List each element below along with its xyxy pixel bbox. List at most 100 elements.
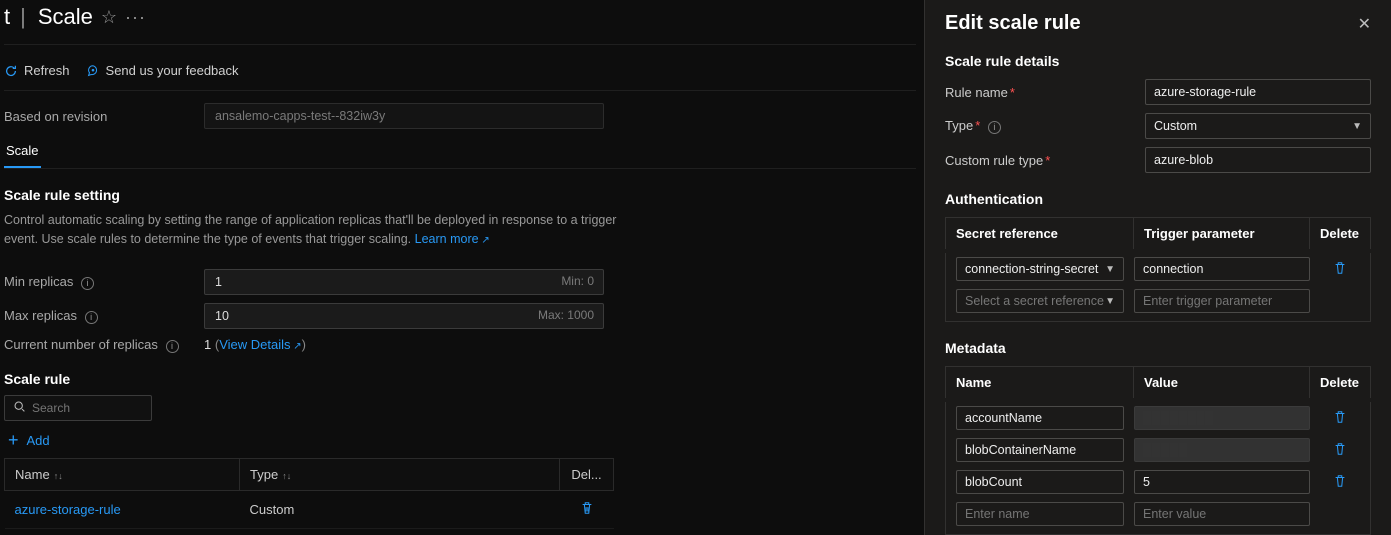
divider [4, 44, 916, 45]
secret-ref-value: connection-string-secret [965, 262, 1098, 276]
toolbar: Refresh Send us your feedback [4, 57, 916, 84]
col-name[interactable]: Name ↑↓ [5, 458, 240, 490]
edit-rule-panel: Edit scale rule ✕ Scale rule details Rul… [924, 0, 1391, 535]
meta-grid-header: Name Value Delete [945, 366, 1371, 398]
scale-setting-desc: Control automatic scaling by setting the… [4, 211, 624, 249]
tab-bar: Scale [4, 139, 916, 169]
custom-type-label-text: Custom rule type [945, 153, 1043, 168]
feedback-label: Send us your feedback [106, 63, 239, 78]
min-replicas-row: Min replicas i Min: 0 [4, 269, 916, 295]
col-trigger-param: Trigger parameter [1134, 218, 1310, 249]
secret-ref-placeholder: Select a secret reference [965, 294, 1104, 308]
col-name-label: Name [15, 467, 50, 482]
custom-type-input[interactable] [1145, 147, 1371, 173]
page-title: Scale [38, 4, 93, 30]
col-type[interactable]: Type↑↓ [240, 458, 560, 490]
min-replicas-hint: Min: 0 [561, 274, 594, 288]
chevron-down-icon: ▼ [1352, 121, 1362, 132]
meta-row [945, 402, 1371, 434]
col-delete: Delete [1310, 367, 1370, 398]
type-label-text: Type [945, 118, 973, 133]
feedback-button[interactable]: Send us your feedback [86, 63, 239, 78]
trigger-param-input-new[interactable] [1134, 289, 1310, 313]
rule-name-label-text: Rule name [945, 85, 1008, 100]
rule-link[interactable]: azure-storage-rule [15, 502, 121, 517]
tab-scale[interactable]: Scale [4, 139, 41, 168]
info-icon[interactable]: i [166, 340, 179, 353]
max-replicas-hint: Max: 1000 [538, 308, 594, 322]
rule-name-input[interactable] [1145, 79, 1371, 105]
rule-search-input[interactable] [32, 401, 143, 415]
info-icon[interactable]: i [85, 311, 98, 324]
meta-name-input[interactable] [956, 470, 1124, 494]
info-icon[interactable]: i [988, 121, 1001, 134]
breadcrumb-resource: t [4, 4, 10, 30]
custom-type-label: Custom rule type* [945, 153, 1145, 168]
delete-meta-row-button[interactable] [1333, 443, 1347, 459]
revision-row: Based on revision ansalemo-capps-test--8… [4, 103, 916, 129]
meta-name-input[interactable] [956, 438, 1124, 462]
col-secret-ref: Secret reference [946, 218, 1134, 249]
desc-text: Control automatic scaling by setting the… [4, 213, 616, 246]
breadcrumb: t | Scale ☆ ··· [4, 0, 916, 38]
meta-value-input[interactable] [1134, 438, 1310, 462]
secret-ref-select-new[interactable]: Select a secret reference▼ [956, 289, 1124, 313]
close-panel-button[interactable]: ✕ [1358, 14, 1371, 34]
type-label: Type* i [945, 118, 1145, 134]
rule-search-box[interactable] [4, 395, 152, 421]
view-details-link[interactable]: View Details [219, 337, 301, 352]
meta-value-input-new[interactable] [1134, 502, 1310, 526]
scale-rule-header: Scale rule [4, 371, 916, 387]
search-icon [13, 400, 26, 416]
chevron-down-icon: ▼ [1105, 264, 1115, 275]
type-select[interactable]: Custom ▼ [1145, 113, 1371, 139]
type-row: Type* i Custom ▼ [945, 113, 1371, 139]
delete-auth-row-button[interactable] [1333, 262, 1347, 278]
favorite-star-icon[interactable]: ☆ [101, 7, 117, 28]
col-meta-value: Value [1134, 367, 1310, 398]
auth-grid-body: connection-string-secret ▼ Select a secre… [945, 249, 1371, 322]
auth-row: connection-string-secret ▼ [945, 253, 1371, 285]
trigger-param-input[interactable] [1134, 257, 1310, 281]
plus-icon: + [8, 433, 19, 447]
scale-setting-header: Scale rule setting [4, 187, 916, 203]
info-icon[interactable]: i [81, 277, 94, 290]
custom-type-row: Custom rule type* [945, 147, 1371, 173]
current-replicas-value: 1 (View Details) [204, 337, 306, 352]
more-menu-icon[interactable]: ··· [125, 7, 146, 28]
auth-section-header: Authentication [945, 191, 1371, 207]
metadata-section-header: Metadata [945, 340, 1371, 356]
auth-grid-header: Secret reference Trigger parameter Delet… [945, 217, 1371, 249]
min-replicas-input-wrap: Min: 0 [204, 269, 604, 295]
meta-row-new [945, 498, 1371, 534]
max-replicas-label-text: Max replicas [4, 308, 77, 323]
meta-value-input[interactable] [1134, 470, 1310, 494]
rule-name-label: Rule name* [945, 85, 1145, 100]
delete-meta-row-button[interactable] [1333, 411, 1347, 427]
refresh-label: Refresh [24, 63, 70, 78]
current-replicas-label: Current number of replicas i [4, 337, 204, 353]
sort-icon: ↑↓ [282, 471, 291, 481]
max-replicas-input-wrap: Max: 1000 [204, 303, 604, 329]
meta-grid-body [945, 398, 1371, 535]
delete-meta-row-button[interactable] [1333, 475, 1347, 491]
sort-icon: ↑↓ [54, 471, 63, 481]
add-rule-label: Add [27, 433, 50, 448]
rules-table: Name↑↓ Type↑↓ Del... azure-storage-rule … [4, 458, 614, 529]
learn-more-link[interactable]: Learn more [415, 232, 490, 246]
meta-value-input[interactable] [1134, 406, 1310, 430]
meta-name-input-new[interactable] [956, 502, 1124, 526]
delete-rule-button[interactable] [580, 502, 594, 518]
refresh-button[interactable]: Refresh [4, 63, 70, 78]
type-select-value: Custom [1154, 119, 1197, 133]
meta-name-input[interactable] [956, 406, 1124, 430]
current-replicas-row: Current number of replicas i 1 (View Det… [4, 337, 916, 353]
secret-ref-select[interactable]: connection-string-secret ▼ [956, 257, 1124, 281]
min-replicas-input[interactable] [204, 269, 604, 295]
rule-name-row: Rule name* [945, 79, 1371, 105]
chevron-down-icon: ▼ [1105, 296, 1115, 307]
add-rule-button[interactable]: + Add [8, 433, 50, 448]
col-meta-name: Name [946, 367, 1134, 398]
divider [4, 90, 916, 91]
col-delete: Del... [560, 458, 614, 490]
